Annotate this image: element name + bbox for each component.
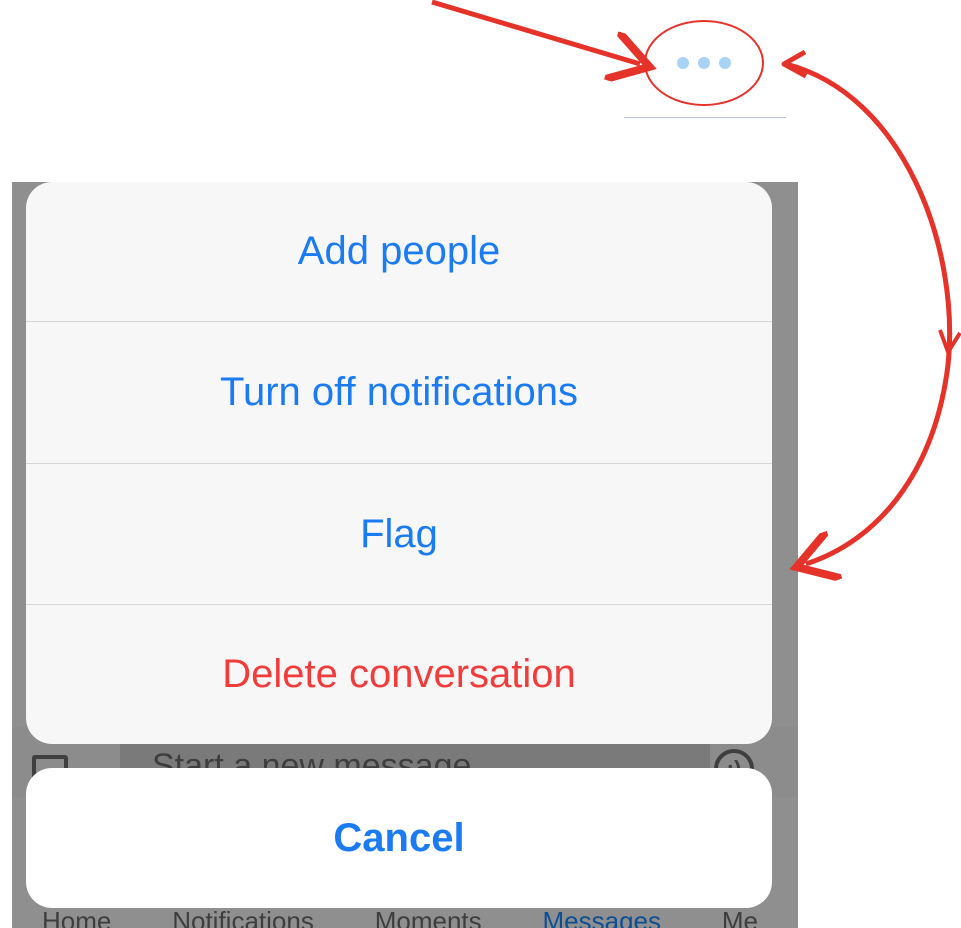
tab-me: Me	[721, 906, 758, 928]
cancel-button[interactable]: Cancel	[26, 768, 772, 908]
tab-messages: Messages	[542, 906, 661, 928]
add-people-option[interactable]: Add people	[26, 182, 772, 322]
arrow-curve-more-to-sheet	[785, 61, 953, 564]
action-sheet: Add people Turn off notifications Flag D…	[26, 182, 772, 744]
turn-off-notifications-option[interactable]: Turn off notifications	[26, 322, 772, 464]
arrow-to-more-button	[431, 0, 640, 64]
screenshot-stage: Start a new message :) Home Notification…	[0, 0, 961, 928]
flag-option[interactable]: Flag	[26, 464, 772, 605]
arrow-mid-tick	[938, 329, 961, 354]
tab-home: Home	[42, 906, 112, 928]
tab-notifications: Notifications	[172, 906, 314, 928]
delete-conversation-option[interactable]: Delete conversation	[26, 605, 772, 744]
header-divider	[624, 117, 786, 118]
more-options-button[interactable]	[644, 20, 764, 106]
tab-moments: Moments	[374, 906, 482, 928]
more-horizontal-icon	[677, 57, 731, 69]
arrow-start-head	[781, 49, 808, 79]
